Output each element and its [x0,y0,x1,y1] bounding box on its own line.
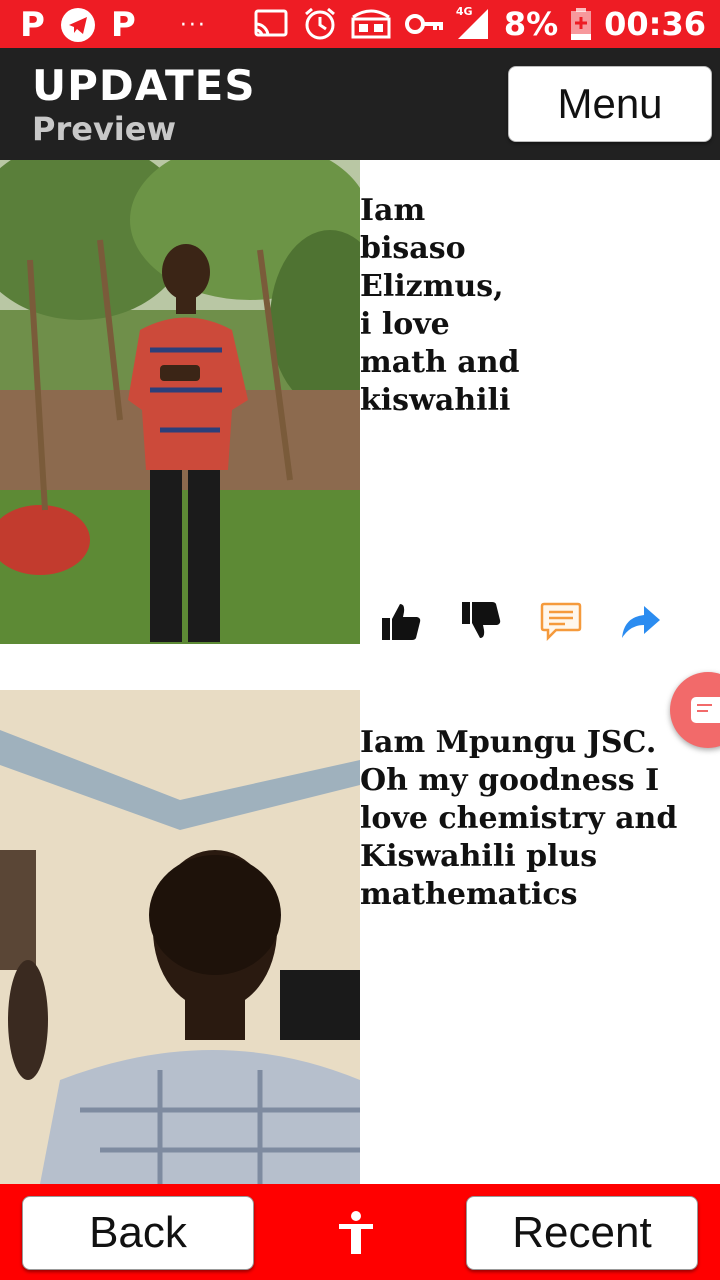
share-icon[interactable] [620,600,662,642]
comment-icon[interactable] [540,600,582,642]
menu-button[interactable]: Menu [508,66,712,142]
more-dots-icon: ··· [179,12,207,38]
post-card: Iam bisaso Elizmus, i love math and kisw… [0,160,720,644]
updates-feed[interactable]: Iam bisaso Elizmus, i love math and kisw… [0,160,720,1184]
thumbs-up-icon[interactable] [380,600,422,642]
voip-icon [351,9,391,39]
recent-button[interactable]: Recent [466,1196,698,1270]
thumbs-down-icon[interactable] [460,600,502,642]
status-left-icons: P P ··· [20,6,207,44]
boy-standing-in-garden-photo[interactable] [0,160,360,644]
network-type-label: 4G [455,5,473,18]
signal-4g-icon: 4G [455,5,492,41]
key-icon [404,14,443,34]
post-card: Iam Mpungu JSC. Oh my goodness I love ch… [0,690,720,1184]
app-header: UPDATES Preview Menu [0,48,720,160]
boy-selfie-photo[interactable] [0,690,360,1184]
p-app-icon-2: P [110,5,136,45]
battery-percent: 8% [503,5,559,43]
p-app-icon: P [20,5,45,45]
post-text: Iam Mpungu JSC. Oh my goodness I love ch… [360,725,678,912]
post-text: Iam bisaso Elizmus, i love math and kisw… [360,193,520,418]
status-bar: P P ··· 4G 8% 00:36 [0,0,720,48]
bottom-bar: Back Recent [0,1184,720,1280]
telegram-icon [60,8,95,42]
alarm-icon [304,7,335,40]
cast-icon [254,9,288,37]
status-right-icons: 4G 8% 00:36 [252,4,706,44]
page-subtitle: Preview [32,110,177,148]
back-button[interactable]: Back [22,1196,254,1270]
battery-icon [571,8,592,40]
clock: 00:36 [604,5,706,43]
accessibility-icon[interactable] [336,1210,376,1256]
message-icon [691,697,720,723]
page-title: UPDATES [32,61,256,110]
post-actions [380,600,662,642]
